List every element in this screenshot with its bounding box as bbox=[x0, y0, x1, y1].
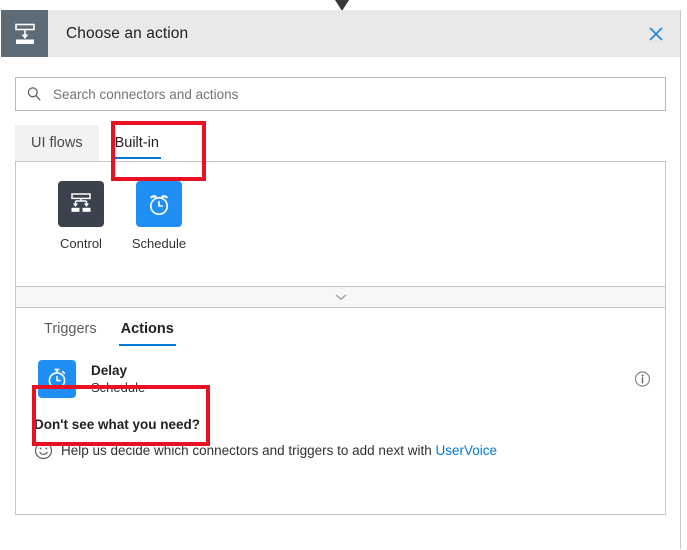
search-input[interactable] bbox=[51, 86, 655, 103]
close-icon[interactable] bbox=[640, 18, 672, 50]
stopwatch-icon bbox=[38, 360, 76, 398]
connector-tile-label: Control bbox=[60, 236, 102, 251]
actions-section: Triggers Actions bbox=[15, 308, 666, 515]
action-title: Delay bbox=[91, 362, 145, 379]
footer-title: Don't see what you need? bbox=[34, 417, 665, 432]
tab-triggers[interactable]: Triggers bbox=[32, 308, 109, 350]
uservoice-link[interactable]: UserVoice bbox=[435, 443, 497, 458]
smiley-icon bbox=[34, 441, 53, 460]
tab-built-in-label: Built-in bbox=[115, 135, 159, 151]
panel-header: Choose an action bbox=[1, 10, 680, 57]
choose-action-panel: Choose an action UI flows bbox=[1, 10, 681, 549]
connector-tile-schedule[interactable]: Schedule bbox=[120, 181, 198, 251]
tab-ui-flows-label: UI flows bbox=[31, 135, 83, 151]
footer-section: Don't see what you need? Help us decide … bbox=[16, 408, 665, 460]
page-title: Choose an action bbox=[66, 25, 188, 43]
connector-category-tabs: UI flows Built-in bbox=[15, 125, 666, 161]
action-subtitle: Schedule bbox=[91, 379, 145, 397]
connector-tile-control[interactable]: Control bbox=[42, 181, 120, 251]
chevron-down-icon bbox=[334, 288, 348, 306]
collapse-toggle[interactable] bbox=[15, 287, 666, 308]
connector-tile-label: Schedule bbox=[132, 236, 186, 251]
info-icon[interactable] bbox=[634, 371, 651, 388]
triggers-actions-tabs: Triggers Actions bbox=[16, 308, 665, 350]
tab-triggers-label: Triggers bbox=[44, 321, 97, 337]
tab-actions-label: Actions bbox=[121, 321, 174, 337]
tab-ui-flows[interactable]: UI flows bbox=[15, 125, 99, 161]
alarm-clock-icon bbox=[136, 181, 182, 227]
connector-tile-list: Control Schedule bbox=[15, 161, 666, 287]
footer-text: Help us decide which connectors and trig… bbox=[61, 443, 435, 458]
control-flow-icon bbox=[1, 10, 48, 57]
search-icon bbox=[26, 86, 42, 102]
search-box[interactable] bbox=[15, 77, 666, 111]
tab-actions[interactable]: Actions bbox=[109, 308, 186, 350]
tab-built-in[interactable]: Built-in bbox=[99, 125, 175, 161]
control-flow-icon bbox=[58, 181, 104, 227]
list-item[interactable]: Delay Schedule bbox=[16, 350, 665, 408]
